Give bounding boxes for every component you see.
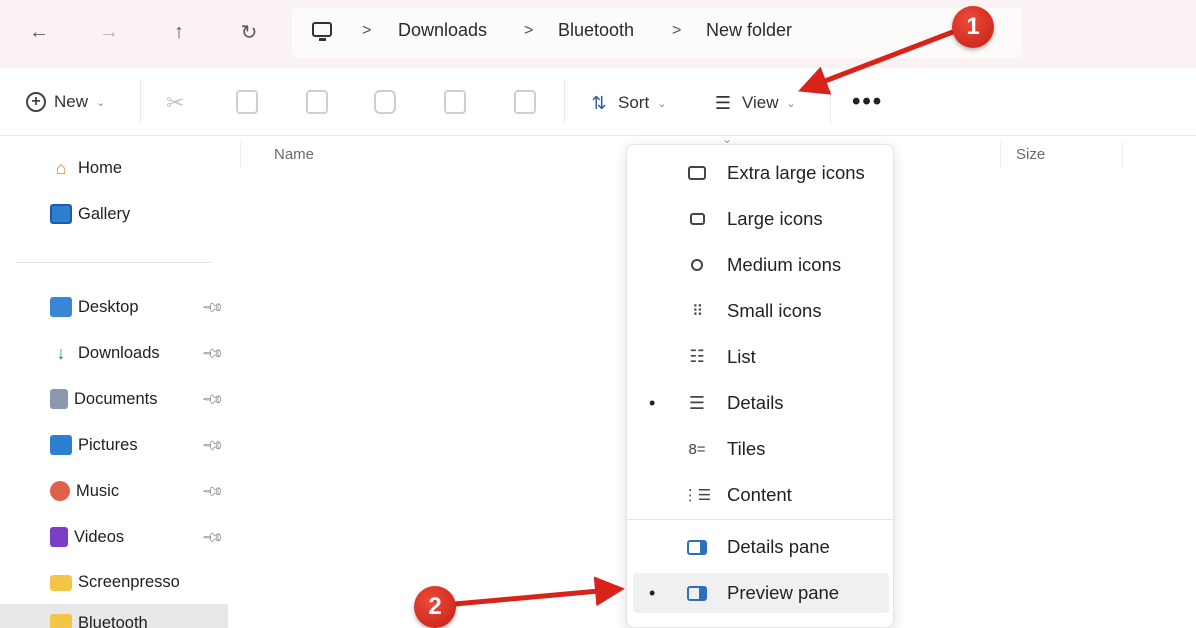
music-icon <box>50 481 70 501</box>
monitor-small-icon <box>685 208 709 230</box>
column-divider <box>1122 142 1123 168</box>
sidebar-item-videos[interactable]: Videos <box>50 527 124 547</box>
download-icon: ↓ <box>56 343 66 363</box>
pictures-icon <box>50 435 72 455</box>
breadcrumb-bluetooth[interactable]: Bluetooth <box>558 20 634 41</box>
view-lines-icon: ☰ <box>714 92 732 113</box>
divider <box>140 80 141 124</box>
cut-icon[interactable]: ✂ <box>166 90 184 116</box>
menu-item-large-icons[interactable]: Large icons <box>627 199 893 239</box>
new-label: New <box>54 92 89 111</box>
sidebar-item-gallery[interactable]: Gallery <box>50 204 130 224</box>
column-header-name[interactable]: Name <box>274 146 314 163</box>
up-arrow-icon[interactable]: ↑ <box>164 17 194 47</box>
videos-icon <box>50 527 68 547</box>
sidebar-item-documents[interactable]: Documents <box>50 389 157 409</box>
column-divider <box>240 142 241 168</box>
divider <box>564 80 565 124</box>
menu-item-details[interactable]: • ☰ Details <box>627 383 893 423</box>
grid-small-icon: ⠿ <box>692 303 703 320</box>
chevron-down-icon: ⌄ <box>96 96 106 109</box>
sidebar-item-label: Screenpresso <box>78 573 180 591</box>
sidebar-item-downloads[interactable]: ↓ Downloads <box>50 343 160 363</box>
breadcrumb-downloads[interactable]: Downloads <box>398 20 487 41</box>
breadcrumb-separator: > <box>672 22 682 39</box>
sidebar-item-bluetooth[interactable]: Bluetooth <box>50 614 148 628</box>
menu-divider <box>627 519 893 520</box>
selected-bullet-icon: • <box>649 392 656 413</box>
menu-item-extra-large-icons[interactable]: Extra large icons <box>627 153 893 193</box>
menu-item-preview-pane[interactable]: • Preview pane <box>633 573 889 613</box>
tiles-icon: 8= <box>688 440 706 458</box>
menu-item-content[interactable]: ⋮☰ Content <box>627 475 893 515</box>
gallery-icon <box>50 204 72 224</box>
sidebar-item-label: Downloads <box>78 343 160 362</box>
view-button[interactable]: ☰ View ⌄ <box>712 92 796 114</box>
monitor-icon <box>685 162 709 184</box>
selected-bullet-icon: • <box>649 582 656 603</box>
back-arrow-icon[interactable]: ← <box>24 17 54 47</box>
sort-button[interactable]: ⇅ Sort ⌄ <box>588 92 666 114</box>
documents-icon <box>50 389 68 409</box>
refresh-icon[interactable]: ↻ <box>234 17 264 47</box>
annotation-arrow-2 <box>454 576 625 607</box>
plus-circle-icon: + <box>26 92 46 112</box>
sidebar-item-label: Documents <box>74 389 158 408</box>
delete-icon[interactable] <box>514 90 536 114</box>
copy-icon[interactable] <box>236 90 258 114</box>
desktop-folder-icon <box>50 297 72 317</box>
breadcrumb-separator: > <box>524 22 534 39</box>
paste-icon[interactable] <box>306 90 328 114</box>
share-icon[interactable] <box>444 90 466 114</box>
annotation-badge-2: 2 <box>414 586 456 628</box>
breadcrumb-new-folder[interactable]: New folder <box>706 20 792 41</box>
new-button[interactable]: + New ⌄ <box>26 92 105 112</box>
sidebar-item-label: Home <box>78 158 123 177</box>
sidebar-item-screenpresso[interactable]: Screenpresso <box>50 573 180 592</box>
sidebar-item-label: Music <box>76 481 120 500</box>
sort-arrows-icon: ⇅ <box>591 92 607 113</box>
sidebar-item-label: Pictures <box>78 435 138 454</box>
sidebar-item-music[interactable]: Music <box>50 481 119 501</box>
this-pc-icon[interactable] <box>312 22 332 41</box>
home-icon: ⌂ <box>55 158 67 178</box>
forward-arrow-icon[interactable]: → <box>94 17 124 47</box>
sidebar-item-label: Gallery <box>78 204 131 223</box>
bulb-icon <box>685 254 709 276</box>
sidebar-item-label: Desktop <box>78 297 139 316</box>
breadcrumb-separator: > <box>362 22 372 39</box>
details-icon: ☰ <box>688 392 706 413</box>
preview-pane-icon <box>685 582 709 604</box>
more-options-button[interactable]: ••• <box>852 88 883 116</box>
column-header-size[interactable]: Size <box>1016 146 1045 163</box>
rename-icon[interactable] <box>374 90 396 114</box>
details-pane-icon <box>685 536 709 558</box>
view-menu: Extra large icons Large icons Medium ico… <box>626 144 894 628</box>
menu-item-small-icons[interactable]: ⠿ Small icons <box>627 291 893 331</box>
view-label: View <box>742 93 779 112</box>
sidebar-item-pictures[interactable]: Pictures <box>50 435 138 455</box>
content-icon: ⋮☰ <box>682 487 712 504</box>
column-divider <box>1000 142 1001 168</box>
sort-label: Sort <box>618 93 650 112</box>
sidebar-item-label: Bluetooth <box>78 614 148 628</box>
menu-item-list[interactable]: ☷ List <box>627 337 893 377</box>
sidebar-item-label: Videos <box>74 527 125 546</box>
menu-item-medium-icons[interactable]: Medium icons <box>627 245 893 285</box>
list-icon: ☷ <box>689 347 705 366</box>
menu-item-tiles[interactable]: 8= Tiles <box>627 429 893 469</box>
chevron-down-icon: ⌄ <box>786 97 796 110</box>
folder-icon <box>50 574 72 591</box>
folder-icon <box>50 614 72 628</box>
sidebar-item-desktop[interactable]: Desktop <box>50 297 139 317</box>
sidebar-divider <box>16 262 212 263</box>
sidebar-item-home[interactable]: ⌂ Home <box>50 158 122 178</box>
annotation-badge-1: 1 <box>952 6 994 48</box>
chevron-down-icon: ⌄ <box>657 97 667 110</box>
menu-item-details-pane[interactable]: Details pane <box>627 527 893 567</box>
divider <box>830 80 831 124</box>
